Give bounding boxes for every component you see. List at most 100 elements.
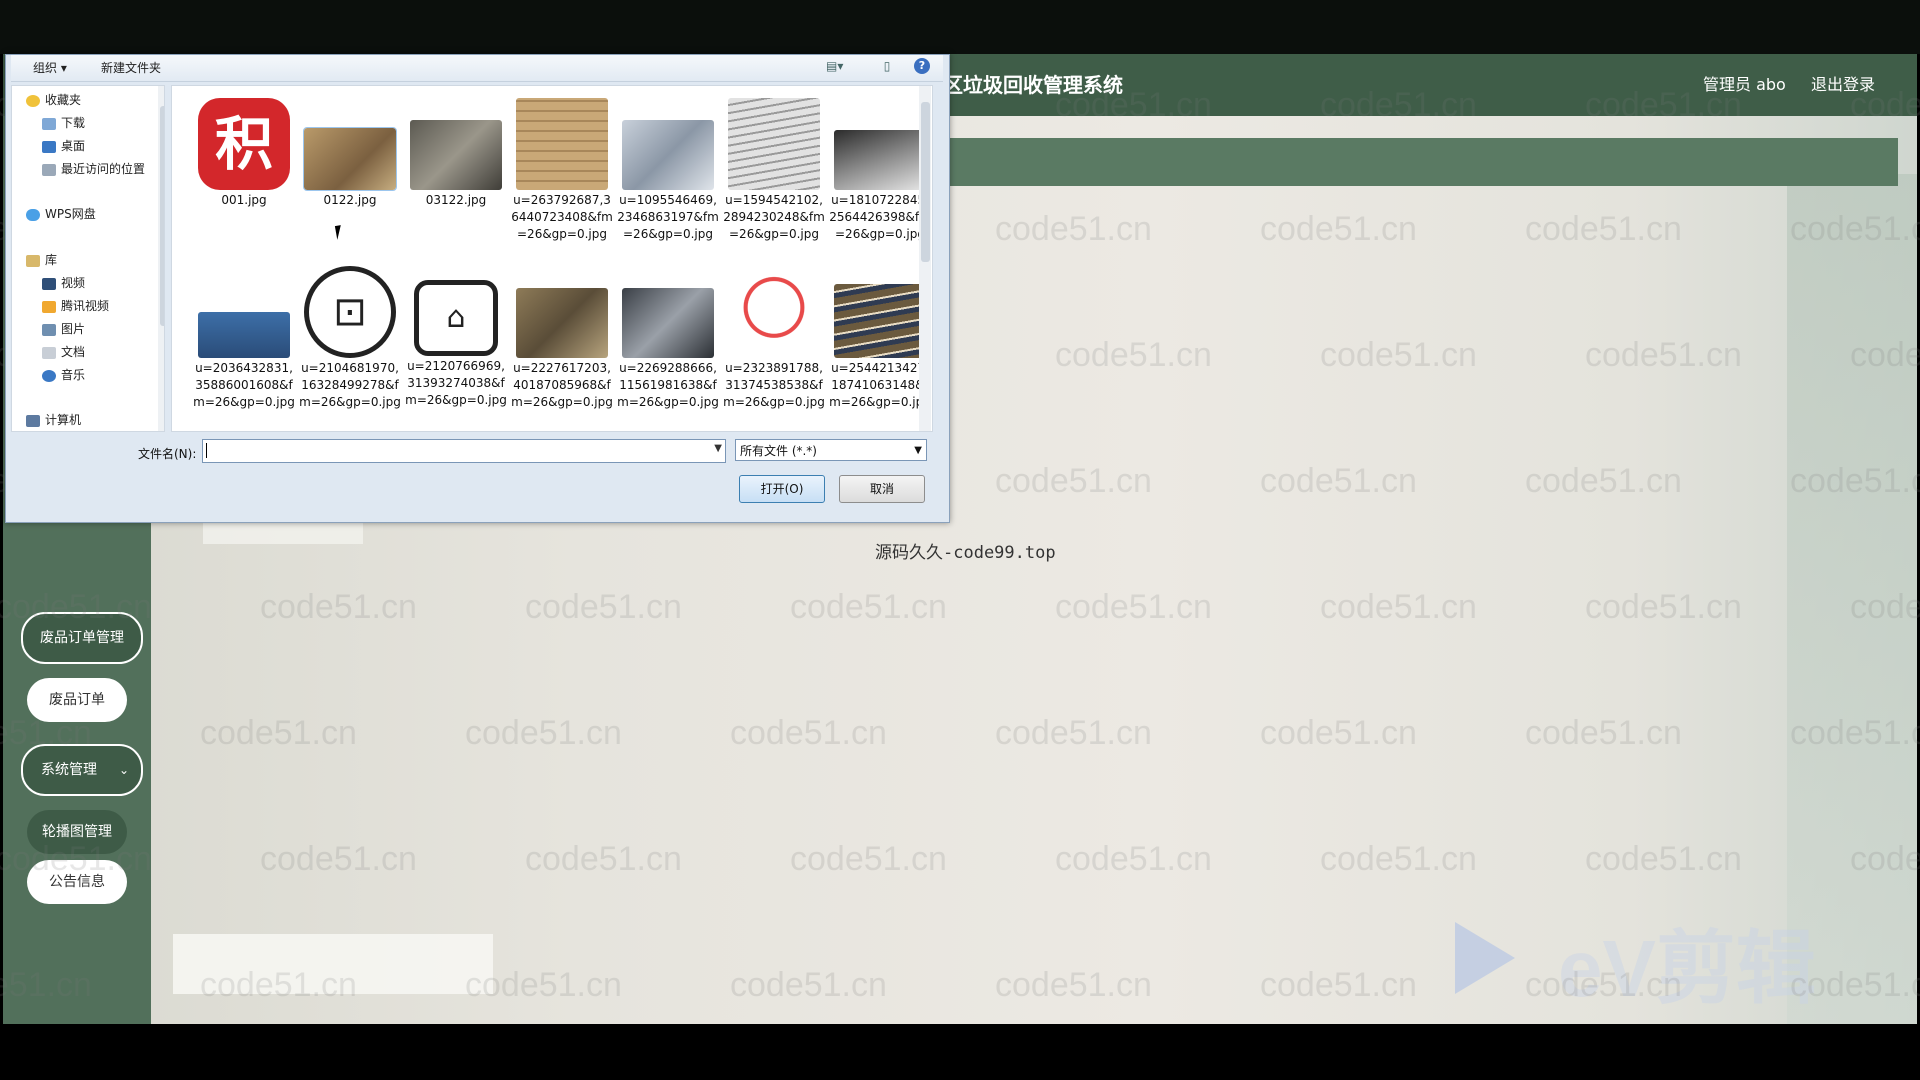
file-item[interactable]: 积 001.jpg (192, 98, 296, 209)
filename-label: 文件名(N): (138, 447, 197, 461)
download-folder-icon (42, 117, 56, 130)
file-list-scrollbar-thumb[interactable] (921, 102, 930, 262)
nav-label: 桌面 (61, 139, 86, 153)
organize-menu[interactable]: 组织 ▾ (33, 59, 67, 76)
sidebar-item-label: 废品订单 (49, 692, 105, 708)
video-icon (42, 277, 56, 290)
file-item[interactable]: u=2269288666,11561981638&fm=26&gp=0.jpg (616, 266, 720, 411)
pictures-icon (42, 323, 56, 336)
nav-documents[interactable]: 文档 (42, 342, 85, 362)
background-shelf (173, 934, 493, 994)
cloud-icon (26, 208, 40, 221)
file-item[interactable]: u=1594542102,2894230248&fm=26&gp=0.jpg (722, 98, 826, 243)
sidebar-item-label: 系统管理 (41, 762, 97, 778)
nav-label: 音乐 (61, 368, 86, 382)
nav-wps-cloud[interactable]: WPS网盘 (26, 204, 96, 224)
view-options-icon[interactable]: ▤▾ (826, 58, 843, 74)
file-thumbnail (198, 312, 290, 358)
nav-favorites[interactable]: 收藏夹 (26, 90, 81, 110)
sidebar-item-label: 废品订单管理 (40, 630, 124, 646)
file-name: u=2120766969,31393274038&fm=26&gp=0.jpg (405, 359, 507, 407)
cat-mascot-icon (728, 266, 820, 358)
file-name: 001.jpg (221, 193, 267, 207)
nav-recent-places[interactable]: 最近访问的位置 (42, 159, 145, 179)
file-name: u=2104681970,16328499278&fm=26&gp=0.jpg (299, 361, 401, 409)
dialog-toolbar: 组织 ▾ 新建文件夹 ▤▾ ▯ ? (11, 55, 943, 82)
nav-downloads[interactable]: 下载 (42, 113, 85, 133)
chevron-down-icon: ▼ (914, 445, 922, 456)
star-icon (26, 94, 40, 107)
sidebar-item-waste-order-management[interactable]: 废品订单管理 (21, 612, 143, 664)
recent-places-icon (42, 163, 56, 176)
navigation-pane: 收藏夹 下载 桌面 最近访问的位置 WPS网盘 库 视频 腾讯视频 图片 文档 (11, 85, 165, 432)
file-item[interactable]: ⊡ u=2104681970,16328499278&fm=26&gp=0.jpg (298, 266, 402, 411)
nav-videos[interactable]: 视频 (42, 273, 85, 293)
logout-link[interactable]: 退出登录 (1811, 54, 1875, 116)
file-item[interactable]: u=263792687,36440723408&fm=26&gp=0.jpg (510, 98, 614, 243)
file-item[interactable]: u=2323891788,31374538538&fm=26&gp=0.jpg (722, 266, 826, 411)
current-user: 管理员 abo (1703, 75, 1786, 94)
nav-scrollbar-thumb[interactable] (160, 106, 164, 326)
preview-pane-icon[interactable]: ▯ (879, 58, 895, 74)
file-item[interactable]: ⌂ u=2120766969,31393274038&fm=26&gp=0.jpg (404, 266, 508, 409)
nav-computer[interactable]: 计算机 (26, 410, 81, 430)
file-thumbnail (410, 120, 502, 190)
breadcrumb-bar (938, 138, 1898, 186)
filename-input[interactable]: ▼ (202, 439, 726, 463)
file-thumbnail (622, 288, 714, 358)
nav-tencent-video[interactable]: 腾讯视频 (42, 296, 109, 316)
gift-icon: ⊡ (304, 266, 396, 358)
file-item[interactable]: u=2544213427,18741063148&fm=26&gp=0.jpg (828, 266, 932, 411)
file-thumbnail (622, 120, 714, 190)
file-name: u=1095546469,2346863197&fm=26&gp=0.jpg (617, 193, 719, 241)
file-item[interactable]: u=2036432831,35886001608&fm=26&gp=0.jpg (192, 266, 296, 411)
video-letterbox-top (0, 0, 1920, 54)
chevron-down-icon: ⌄ (118, 763, 129, 777)
footer-source-text: 源码久久-code99.top (875, 543, 1056, 563)
sidebar-item-carousel-management[interactable]: 轮播图管理 (27, 810, 127, 854)
filetype-select[interactable]: 所有文件 (*.*) ▼ (735, 439, 927, 461)
file-name: u=2227617203,40187085968&fm=26&gp=0.jpg (511, 361, 613, 409)
file-name: u=2269288666,11561981638&fm=26&gp=0.jpg (617, 361, 719, 409)
file-item[interactable]: 03122.jpg (404, 98, 508, 209)
nav-music[interactable]: 音乐 (42, 365, 85, 385)
music-icon (42, 369, 56, 382)
ev-watermark-logo: eV剪辑 (1558, 924, 1816, 1013)
document-icon (42, 346, 56, 359)
sidebar-item-announcements[interactable]: 公告信息 (27, 860, 127, 904)
library-icon (26, 254, 40, 267)
file-item[interactable]: u=2227617203,40187085968&fm=26&gp=0.jpg (510, 266, 614, 411)
file-thumbnail (834, 130, 926, 190)
nav-library[interactable]: 库 (26, 250, 57, 270)
file-thumbnail (516, 288, 608, 358)
folder-icon (42, 300, 56, 313)
file-item[interactable]: u=1095546469,2346863197&fm=26&gp=0.jpg (616, 98, 720, 243)
video-letterbox-bottom (0, 1024, 1920, 1080)
file-item[interactable]: 0122.jpg (298, 98, 402, 209)
file-name: u=263792687,36440723408&fm=26&gp=0.jpg (511, 193, 613, 241)
nav-desktop[interactable]: 桌面 (42, 136, 85, 156)
filetype-value: 所有文件 (*.*) (740, 444, 817, 458)
open-button[interactable]: 打开(O) (739, 475, 825, 503)
file-name: u=2036432831,35886001608&fm=26&gp=0.jpg (193, 361, 295, 409)
file-thumbnail (516, 98, 608, 190)
cancel-button[interactable]: 取消 (839, 475, 925, 503)
sidebar-item-label: 公告信息 (49, 874, 105, 890)
file-name: u=2323891788,31374538538&fm=26&gp=0.jpg (723, 361, 825, 409)
file-list-pane: 积 001.jpg 0122.jpg 03122.jpg u=263792687,364… (171, 85, 933, 432)
file-thumbnail (834, 284, 926, 358)
file-name: 0122.jpg (323, 193, 377, 207)
sidebar-item-waste-orders[interactable]: 废品订单 (27, 678, 127, 722)
sidebar-item-system-management[interactable]: 系统管理 ⌄ (21, 744, 143, 796)
background-wall (1787, 174, 1917, 1024)
nav-label: 文档 (61, 345, 86, 359)
sidebar-item-label: 轮播图管理 (42, 824, 112, 840)
file-thumbnail (303, 127, 397, 191)
help-icon[interactable]: ? (914, 58, 930, 74)
new-folder-button[interactable]: 新建文件夹 (101, 59, 161, 76)
chevron-down-icon[interactable]: ▼ (714, 443, 722, 454)
file-open-dialog: 组织 ▾ 新建文件夹 ▤▾ ▯ ? 收藏夹 下载 桌面 最近访问的位置 WPS网… (5, 54, 950, 523)
nav-pictures[interactable]: 图片 (42, 319, 85, 339)
desktop-icon (42, 140, 56, 153)
file-item[interactable]: u=1810722845,2564426398&fm=26&gp=0.jpg (828, 98, 932, 243)
